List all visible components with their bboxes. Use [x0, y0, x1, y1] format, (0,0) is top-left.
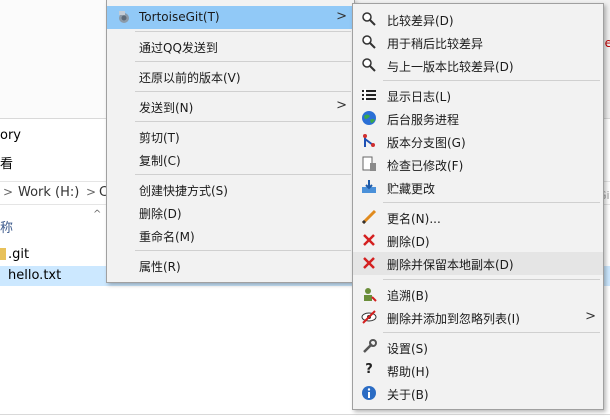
submenu-item-delete-ignore[interactable]: 删除并添加到忽略列表(I) >	[353, 306, 603, 329]
menu-item-create-shortcut[interactable]: 创建快捷方式(S)	[107, 178, 354, 201]
submenu-item-diff-later[interactable]: 用于稍后比较差异	[353, 31, 603, 54]
diff-magnifier-icon	[361, 11, 377, 27]
sort-ascending-icon: ^	[93, 209, 102, 220]
menu-item-rename[interactable]: 重命名(M)	[107, 224, 354, 247]
submenu-item-diff[interactable]: 比较差异(D)	[353, 8, 603, 31]
submenu-item-check-modifications[interactable]: 检查已修改(F)	[353, 153, 603, 176]
menu-separator	[383, 202, 600, 203]
ribbon-item-history[interactable]: ory	[0, 128, 21, 143]
delete-x-icon	[361, 232, 377, 248]
check-modifications-icon	[361, 156, 377, 172]
menu-separator	[135, 31, 351, 32]
explorer-left-pane-top	[0, 0, 108, 118]
file-name: hello.txt	[8, 268, 62, 283]
submenu-item-help[interactable]: ? 帮助(H)	[353, 359, 603, 382]
menu-separator	[383, 279, 600, 280]
breadcrumb-drive[interactable]: Work (H:)	[18, 185, 79, 200]
revision-graph-icon	[361, 133, 377, 149]
menu-separator	[135, 61, 351, 62]
submenu-arrow-icon: >	[585, 309, 596, 324]
submenu-item-show-log[interactable]: 显示日志(L)	[353, 84, 603, 107]
menu-item-delete[interactable]: 删除(D)	[107, 201, 354, 224]
ribbon-item-view[interactable]: 看	[0, 153, 13, 172]
submenu-item-delete-keep-local[interactable]: 删除并保留本地副本(D)	[353, 252, 603, 275]
submenu-item-blame[interactable]: 追溯(B)	[353, 283, 603, 306]
submenu-item-diff-previous[interactable]: 与上一版本比较差异(D)	[353, 54, 603, 77]
about-icon	[361, 385, 377, 401]
settings-icon	[361, 339, 377, 355]
menu-separator	[383, 332, 600, 333]
submenu-item-rename[interactable]: 更名(N)...	[353, 206, 603, 229]
menu-item-cut[interactable]: 剪切(T)	[107, 125, 354, 148]
submenu-arrow-icon: >	[336, 9, 347, 24]
submenu-item-settings[interactable]: 设置(S)	[353, 336, 603, 359]
submenu-item-about[interactable]: 关于(B)	[353, 382, 603, 405]
ignore-icon	[361, 309, 377, 325]
context-menu: TortoiseGit(T) > 通过QQ发送到 还原以前的版本(V) 发送到(…	[106, 0, 355, 283]
blame-icon	[361, 286, 377, 302]
menu-item-send-to[interactable]: 发送到(N) >	[107, 95, 354, 118]
folder-icon	[0, 248, 6, 260]
delete-keep-local-icon	[361, 255, 377, 271]
bottom-divider	[0, 414, 610, 415]
submenu-arrow-icon: >	[336, 98, 347, 113]
menu-item-restore-versions[interactable]: 还原以前的版本(V)	[107, 65, 354, 88]
breadcrumb-chevron[interactable]: >	[86, 185, 96, 199]
daemon-globe-icon	[361, 110, 377, 126]
menu-separator	[135, 174, 351, 175]
menu-separator	[135, 91, 351, 92]
submenu-item-revision-graph[interactable]: 版本分支图(G)	[353, 130, 603, 153]
log-icon	[361, 87, 377, 103]
submenu-item-daemon[interactable]: 后台服务进程	[353, 107, 603, 130]
menu-item-properties[interactable]: 属性(R)	[107, 254, 354, 277]
column-header-name[interactable]: 称	[0, 217, 13, 236]
diff-later-icon	[361, 34, 377, 50]
submenu-item-stash[interactable]: 贮藏更改	[353, 176, 603, 199]
tortoisegit-icon	[116, 9, 132, 25]
menu-item-copy[interactable]: 复制(C)	[107, 148, 354, 171]
rename-icon	[361, 209, 377, 225]
menu-separator	[383, 80, 600, 81]
file-name: .git	[8, 247, 30, 262]
diff-previous-icon	[361, 57, 377, 73]
submenu-item-delete[interactable]: 删除(D)	[353, 229, 603, 252]
tortoisegit-submenu: 比较差异(D) 用于稍后比较差异 与上一版本比较差异(D) 显示日志(L) 后台…	[352, 3, 604, 410]
menu-separator	[135, 121, 351, 122]
menu-item-send-qq[interactable]: 通过QQ发送到	[107, 35, 354, 58]
menu-separator	[135, 250, 351, 251]
menu-item-tortoisegit[interactable]: TortoiseGit(T) >	[107, 6, 354, 29]
breadcrumb-chevron[interactable]: >	[3, 185, 13, 199]
help-icon: ?	[365, 362, 373, 377]
stash-icon	[361, 179, 377, 195]
